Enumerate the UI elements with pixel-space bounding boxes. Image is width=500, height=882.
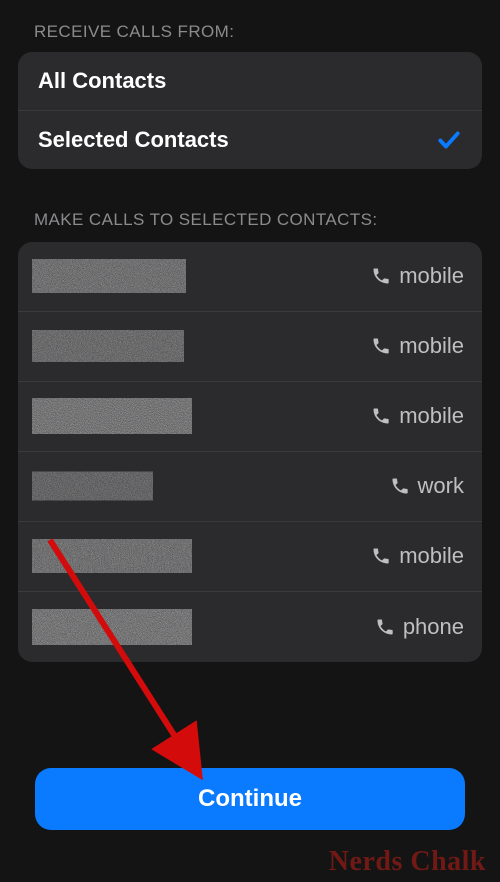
contact-type-label: mobile <box>399 543 464 569</box>
contacts-list: mobile mobile mobile <box>18 242 482 662</box>
contact-row[interactable]: mobile <box>18 522 482 592</box>
contact-row[interactable]: phone <box>18 592 482 662</box>
contact-type: phone <box>375 614 464 640</box>
receive-calls-header: RECEIVE CALLS FROM: <box>0 22 500 52</box>
contact-name-redacted <box>32 608 192 646</box>
contact-type-label: mobile <box>399 333 464 359</box>
contact-type-label: work <box>418 473 464 499</box>
make-calls-header: MAKE CALLS TO SELECTED CONTACTS: <box>0 209 500 242</box>
checkmark-icon <box>436 127 462 153</box>
option-all-contacts[interactable]: All Contacts <box>18 52 482 111</box>
contact-type: mobile <box>371 403 464 429</box>
phone-icon <box>371 406 391 426</box>
phone-icon <box>375 617 395 637</box>
contact-type-label: mobile <box>399 403 464 429</box>
phone-icon <box>371 266 391 286</box>
phone-icon <box>390 476 410 496</box>
phone-icon <box>371 546 391 566</box>
contact-type-label: phone <box>403 614 464 640</box>
contact-name-redacted <box>32 257 192 295</box>
contact-row[interactable]: mobile <box>18 312 482 382</box>
option-label: Selected Contacts <box>38 127 229 153</box>
continue-bar: Continue Nerds Chalk <box>0 732 500 882</box>
contact-row[interactable]: mobile <box>18 242 482 312</box>
contact-type-label: mobile <box>399 263 464 289</box>
contact-type: mobile <box>371 543 464 569</box>
contact-name-redacted <box>32 537 192 575</box>
option-selected-contacts[interactable]: Selected Contacts <box>18 111 482 169</box>
option-label: All Contacts <box>38 68 166 94</box>
contact-type: mobile <box>371 333 464 359</box>
phone-icon <box>371 336 391 356</box>
contact-row[interactable]: mobile <box>18 382 482 452</box>
contact-type: work <box>390 473 464 499</box>
contact-name-redacted <box>32 327 192 365</box>
contact-type: mobile <box>371 263 464 289</box>
continue-button[interactable]: Continue <box>35 768 465 830</box>
screen: RECEIVE CALLS FROM: All Contacts Selecte… <box>0 0 500 882</box>
contact-name-redacted <box>32 397 192 435</box>
receive-options-card: All Contacts Selected Contacts <box>18 52 482 169</box>
contact-name-redacted <box>32 467 192 505</box>
contact-row[interactable]: work <box>18 452 482 522</box>
watermark-text: Nerds Chalk <box>329 846 486 878</box>
